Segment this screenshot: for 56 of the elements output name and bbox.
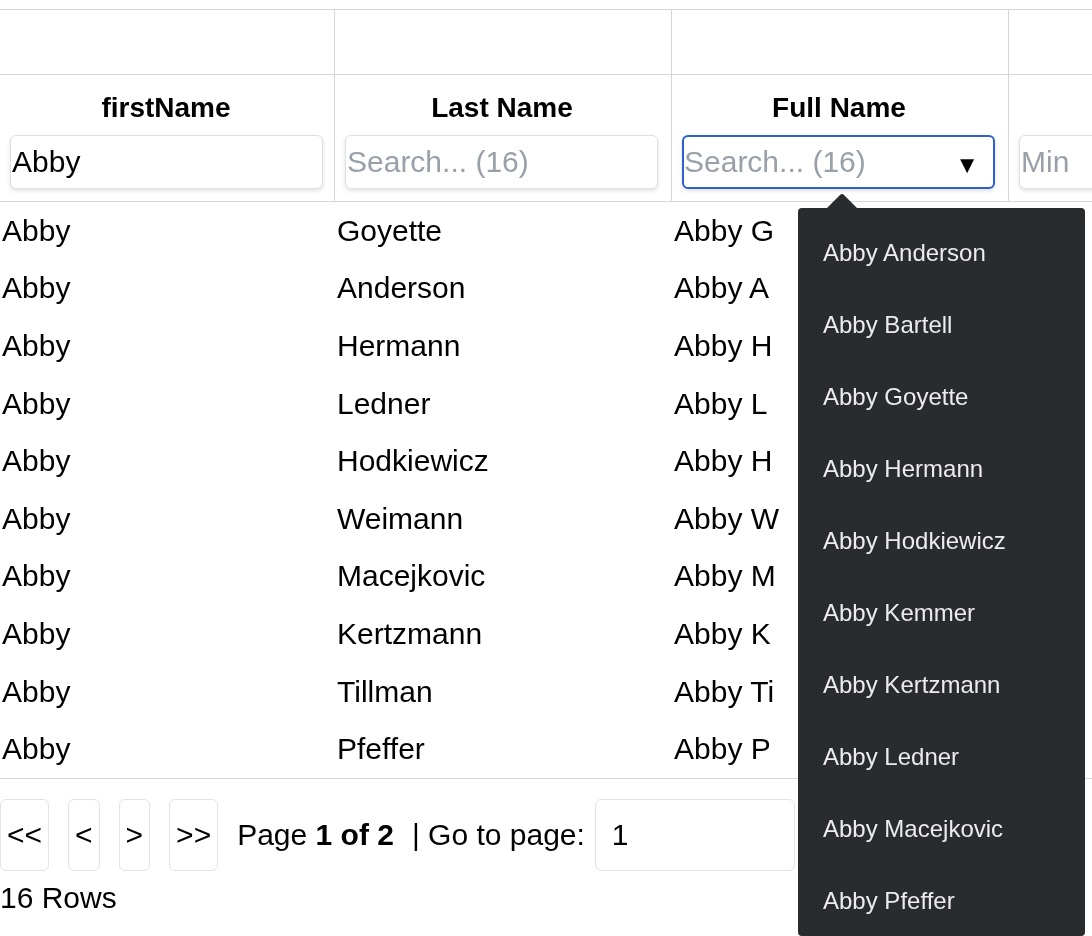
table-cell: Pfeffer (337, 732, 425, 767)
table-cell: Abby (2, 559, 71, 594)
table-cell: Abby (2, 444, 71, 479)
table-cell: Abby H (674, 329, 773, 363)
page-button[interactable]: << (0, 798, 50, 871)
dropdown-toggle[interactable]: ▼ (955, 151, 979, 179)
table-cell: Abby H (674, 444, 773, 479)
combo-field[interactable]: Search... (16) ▼ (682, 135, 995, 189)
dropdown-item[interactable]: Abby Macejkovic (798, 793, 1085, 865)
table-cell: Ledner (337, 386, 431, 421)
dropdown-item[interactable]: Abby Ledner (798, 721, 1085, 793)
dropdown-item[interactable]: Abby Hermann (798, 433, 1085, 505)
table-cell: Abby G (674, 213, 775, 248)
table-cell: Abby (2, 386, 71, 421)
dropdown-item[interactable]: Abby Goyette (798, 361, 1085, 433)
dropdown-item[interactable]: Abby Bartell (798, 289, 1085, 361)
search-field[interactable]: Abby (10, 135, 323, 189)
table-cell: Macejkovic (337, 559, 486, 594)
table-cell: Abby L (674, 386, 768, 421)
dropdown-item[interactable]: Abby Kertzmann (798, 649, 1085, 721)
column-header[interactable]: Full Name (772, 89, 906, 127)
dropdown-item[interactable]: Abby Kemmer (798, 577, 1085, 649)
table-cell: Abby (2, 674, 71, 709)
table-cell: Abby Ti (674, 674, 775, 709)
search-field[interactable]: Search... (16) (345, 135, 658, 189)
table-cell: Anderson (337, 271, 466, 306)
page-input[interactable]: 1 (594, 798, 795, 871)
table-cell: Kertzmann (337, 616, 483, 651)
table-cell: Abby W (674, 501, 780, 536)
table-cell: Weimann (337, 501, 464, 536)
table-cell: Abby K (674, 616, 771, 651)
search-field[interactable]: Min (1019, 135, 1092, 189)
table-cell: Abby (2, 616, 71, 651)
page-button[interactable]: > (118, 798, 151, 871)
table-cell: Tillman (337, 674, 433, 709)
table-cell: Abby (2, 213, 71, 248)
table-cell: Abby (2, 501, 71, 536)
table-cell: Abby (2, 329, 71, 363)
table-cell: Abby (2, 271, 71, 306)
row-count: 16 Rows (0, 880, 117, 915)
table-cell: Goyette (337, 213, 443, 248)
table-cell: Hodkiewicz (337, 444, 489, 479)
page-button[interactable]: < (68, 798, 100, 871)
table-cell: Abby M (674, 559, 776, 594)
dropdown-item[interactable]: Abby Pfeffer (798, 865, 1085, 936)
goto-label: | Go to page: (411, 817, 585, 852)
column-header[interactable]: Last Name (431, 89, 573, 127)
dropdown-item[interactable]: Abby Anderson (798, 217, 1085, 289)
table-cell: Abby (2, 732, 71, 767)
table-cell: Abby P (674, 732, 771, 767)
table-cell: Abby A (674, 271, 770, 306)
table-cell: Hermann (337, 329, 461, 363)
column-header[interactable]: firstName (101, 89, 231, 127)
page-button[interactable]: >> (169, 798, 219, 871)
dropdown-item[interactable]: Abby Hodkiewicz (798, 505, 1085, 577)
page-indicator: Page 1 of 2 (237, 817, 394, 852)
